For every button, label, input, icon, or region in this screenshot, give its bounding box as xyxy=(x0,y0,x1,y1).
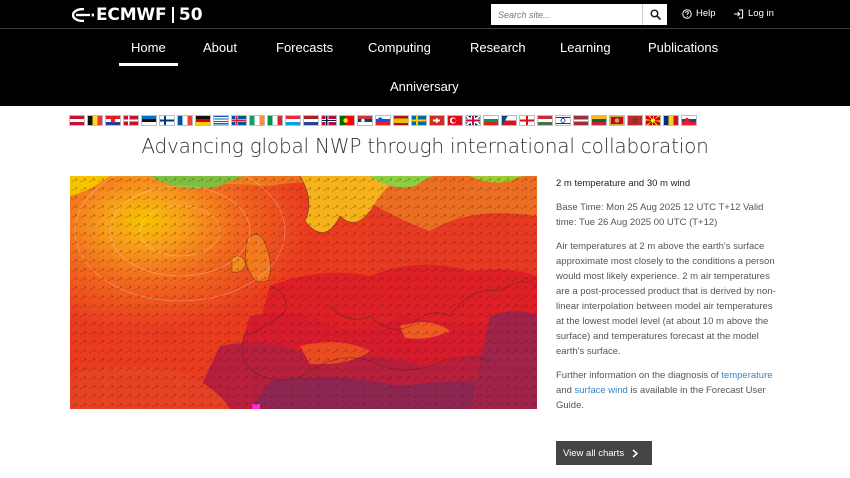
flag-ireland-icon[interactable] xyxy=(249,115,265,126)
nav-home[interactable]: Home xyxy=(119,40,178,66)
flag-croatia-icon[interactable] xyxy=(105,115,121,126)
help-icon xyxy=(682,8,692,19)
forecast-chart-image[interactable] xyxy=(70,176,537,409)
temperature-link[interactable]: temperature xyxy=(721,370,772,381)
flag-belgium-icon[interactable] xyxy=(87,115,103,126)
flag-bulgaria-icon[interactable] xyxy=(483,115,499,126)
chart-further-info: Further information on the diagnosis of … xyxy=(556,368,781,413)
search-icon xyxy=(649,9,661,20)
search-box xyxy=(491,4,667,25)
search-button[interactable] xyxy=(642,4,667,25)
nav-computing[interactable]: Computing xyxy=(368,40,431,55)
ecmwf-logo[interactable]: ECMWF 50 xyxy=(72,4,203,26)
chart-info: 2 m temperature and 30 m wind Base Time:… xyxy=(556,176,781,413)
login-link[interactable]: Log in xyxy=(733,8,774,19)
help-link[interactable]: Help xyxy=(682,8,716,19)
further-prefix: Further information on the diagnosis of xyxy=(556,370,722,381)
flag-luxembourg-icon[interactable] xyxy=(285,115,301,126)
logo-divider xyxy=(172,7,174,23)
flag-netherlands-icon[interactable] xyxy=(303,115,319,126)
surface-wind-link[interactable]: surface wind xyxy=(575,385,628,396)
member-state-flags xyxy=(69,115,697,128)
flag-estonia-icon[interactable] xyxy=(141,115,157,126)
login-icon xyxy=(734,9,744,18)
chart-heading: 2 m temperature and 30 m wind xyxy=(556,178,691,189)
flag-italy-icon[interactable] xyxy=(267,115,283,126)
chart-base-time: Base Time: Mon 25 Aug 2025 12 UTC T+12 V… xyxy=(556,202,764,228)
flag-finland-icon[interactable] xyxy=(159,115,175,126)
header: ECMWF 50 Help Log in Home About Foreca xyxy=(0,0,850,106)
flag-czechia-icon[interactable] xyxy=(501,115,517,126)
login-label: Log in xyxy=(748,8,774,19)
flag-denmark-icon[interactable] xyxy=(123,115,139,126)
ecmwf-logo-icon xyxy=(72,8,94,22)
flag-lithuania-icon[interactable] xyxy=(591,115,607,126)
flag-hungary-icon[interactable] xyxy=(537,115,553,126)
flag-greece-icon[interactable] xyxy=(213,115,229,126)
chart-description: Air temperatures at 2 m above the earth'… xyxy=(556,241,776,357)
nav-anniversary[interactable]: Anniversary xyxy=(390,79,459,94)
flag-serbia-icon[interactable] xyxy=(357,115,373,126)
nav-learning[interactable]: Learning xyxy=(560,40,611,55)
flag-austria-icon[interactable] xyxy=(69,115,85,126)
logo-brand: ECMWF xyxy=(96,5,167,25)
flag-norway-icon[interactable] xyxy=(321,115,337,126)
flag-iceland-icon[interactable] xyxy=(231,115,247,126)
flag-united-kingdom-icon[interactable] xyxy=(465,115,481,126)
main-navigation: Home About Forecasts Computing Research … xyxy=(0,29,850,106)
search-input[interactable] xyxy=(491,4,642,25)
flag-portugal-icon[interactable] xyxy=(339,115,355,126)
flag-spain-icon[interactable] xyxy=(393,115,409,126)
page-title: Advancing global NWP through internation… xyxy=(141,134,709,158)
flag-north-macedonia-icon[interactable] xyxy=(645,115,661,126)
flag-montenegro-icon[interactable] xyxy=(609,115,625,126)
view-all-charts-button[interactable]: View all charts xyxy=(556,441,652,465)
flag-israel-icon[interactable] xyxy=(555,115,571,126)
flag-germany-icon[interactable] xyxy=(195,115,211,126)
flag-morocco-icon[interactable] xyxy=(627,115,643,126)
view-all-charts-label: View all charts xyxy=(563,447,625,459)
chevron-right-icon xyxy=(632,448,639,458)
nav-forecasts[interactable]: Forecasts xyxy=(276,40,333,55)
logo-anniversary: 50 xyxy=(178,5,203,25)
and-text: and xyxy=(556,385,575,396)
flag-france-icon[interactable] xyxy=(177,115,193,126)
flag-switzerland-icon[interactable] xyxy=(429,115,445,126)
flag-latvia-icon[interactable] xyxy=(573,115,589,126)
nav-about[interactable]: About xyxy=(203,40,237,55)
flag-sweden-icon[interactable] xyxy=(411,115,427,126)
help-label: Help xyxy=(696,8,716,19)
flag-slovakia-icon[interactable] xyxy=(681,115,697,126)
nav-research[interactable]: Research xyxy=(470,40,526,55)
flag-romania-icon[interactable] xyxy=(663,115,679,126)
nav-publications[interactable]: Publications xyxy=(648,40,718,55)
flag-slovenia-icon[interactable] xyxy=(375,115,391,126)
flag-turkey-icon[interactable] xyxy=(447,115,463,126)
flag-georgia-icon[interactable] xyxy=(519,115,535,126)
